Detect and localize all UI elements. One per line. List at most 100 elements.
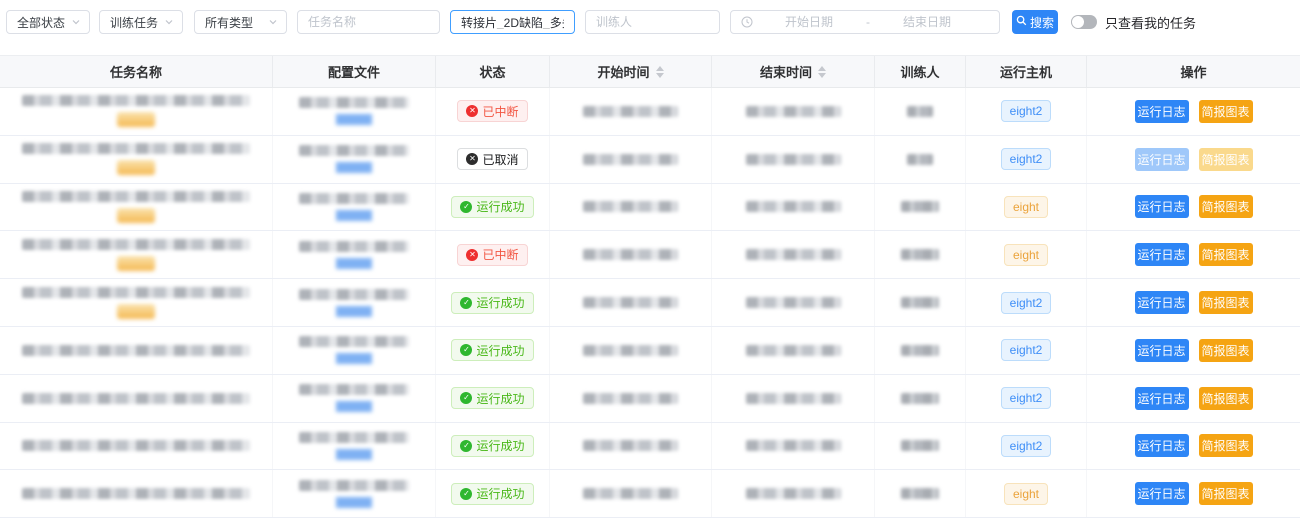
- trainer-redacted-text: [901, 345, 939, 356]
- end-time-cell: [712, 375, 875, 422]
- run-log-button[interactable]: 运行日志: [1135, 339, 1189, 362]
- run-log-button[interactable]: 运行日志: [1135, 434, 1189, 457]
- report-chart-button[interactable]: 简报图表: [1199, 482, 1253, 505]
- table-body: 已中断 eight2 运行日志 简报图表: [0, 88, 1300, 518]
- end-time-cell: [712, 279, 875, 326]
- date-range-picker[interactable]: -: [730, 10, 1000, 34]
- start-time-cell: [550, 423, 712, 470]
- status-badge: 运行成功: [451, 387, 533, 409]
- host-cell: eight: [966, 184, 1087, 231]
- report-chart-button[interactable]: 简报图表: [1199, 195, 1253, 218]
- config-file-cell: [273, 470, 436, 517]
- category-select[interactable]: 所有类型: [194, 10, 287, 34]
- search-keyword-input[interactable]: [461, 15, 564, 29]
- run-log-button[interactable]: 运行日志: [1135, 243, 1189, 266]
- search-button-label: 搜索: [1030, 14, 1054, 31]
- run-log-button[interactable]: 运行日志: [1135, 482, 1189, 505]
- run-log-button[interactable]: 运行日志: [1135, 195, 1189, 218]
- status-label: 已取消: [482, 151, 518, 168]
- sort-icon[interactable]: [818, 66, 826, 78]
- config-file-redacted-link[interactable]: [336, 210, 372, 221]
- task-name-cell: [0, 136, 273, 183]
- status-cell: 运行成功: [436, 423, 550, 470]
- report-chart-button[interactable]: 简报图表: [1199, 291, 1253, 314]
- end-time-redacted-text: [746, 345, 841, 356]
- start-time-cell: [550, 375, 712, 422]
- status-cell: 运行成功: [436, 184, 550, 231]
- status-badge: 运行成功: [451, 196, 533, 218]
- report-chart-button[interactable]: 简报图表: [1199, 100, 1253, 123]
- task-name-cell: [0, 470, 273, 517]
- config-file-redacted-link[interactable]: [336, 449, 372, 460]
- trainer-cell: [875, 184, 966, 231]
- config-file-redacted-link[interactable]: [336, 401, 372, 412]
- task-name-input-wrap: [297, 10, 440, 34]
- column-header-1: 任务名称: [0, 56, 273, 87]
- column-header-label: 训练人: [900, 62, 939, 81]
- start-time-redacted-text: [583, 297, 678, 308]
- status-select[interactable]: 全部状态: [6, 10, 90, 34]
- end-time-redacted-text: [746, 249, 841, 260]
- config-file-redacted-text: [299, 145, 409, 156]
- table-row: 运行成功 eight2 运行日志 简报图表: [0, 279, 1300, 327]
- config-file-redacted-link[interactable]: [336, 258, 372, 269]
- column-header-2: 配置文件: [273, 56, 436, 87]
- host-badge: eight: [1004, 244, 1048, 266]
- trainer-input[interactable]: [596, 15, 709, 29]
- trainer-redacted-text: [901, 249, 939, 260]
- config-file-redacted-link[interactable]: [336, 306, 372, 317]
- trainer-input-wrap: [585, 10, 720, 34]
- host-cell: eight: [966, 470, 1087, 517]
- config-file-cell: [273, 423, 436, 470]
- task-name-redacted-text: [22, 287, 250, 298]
- column-header-label: 任务名称: [110, 62, 162, 81]
- trainer-cell: [875, 136, 966, 183]
- column-header-5[interactable]: 结束时间: [712, 56, 875, 87]
- end-time-redacted-text: [746, 393, 841, 404]
- status-badge: 已中断: [457, 244, 527, 266]
- run-log-button[interactable]: 运行日志: [1135, 148, 1189, 171]
- start-time-redacted-text: [583, 249, 678, 260]
- config-file-redacted-link[interactable]: [336, 353, 372, 364]
- run-log-button[interactable]: 运行日志: [1135, 387, 1189, 410]
- config-file-redacted-link[interactable]: [336, 497, 372, 508]
- status-icon: [466, 249, 478, 261]
- config-file-redacted-text: [299, 97, 409, 108]
- status-cell: 运行成功: [436, 327, 550, 374]
- start-time-redacted-text: [583, 345, 678, 356]
- end-time-redacted-text: [746, 201, 841, 212]
- config-file-cell: [273, 231, 436, 278]
- config-file-redacted-link[interactable]: [336, 162, 372, 173]
- task-name-cell: [0, 231, 273, 278]
- run-log-button[interactable]: 运行日志: [1135, 291, 1189, 314]
- sort-icon[interactable]: [656, 66, 664, 78]
- report-chart-button[interactable]: 简报图表: [1199, 148, 1253, 171]
- column-header-4[interactable]: 开始时间: [550, 56, 712, 87]
- actions-cell: 运行日志 简报图表: [1087, 279, 1300, 326]
- table-row: 运行成功 eight2 运行日志 简报图表: [0, 327, 1300, 375]
- search-button[interactable]: 搜索: [1012, 10, 1058, 34]
- config-file-redacted-text: [299, 384, 409, 395]
- start-time-cell: [550, 327, 712, 374]
- my-tasks-toggle[interactable]: [1071, 15, 1097, 29]
- search-icon: [1016, 15, 1027, 29]
- run-log-button[interactable]: 运行日志: [1135, 100, 1189, 123]
- report-chart-button[interactable]: 简报图表: [1199, 434, 1253, 457]
- actions-cell: 运行日志 简报图表: [1087, 375, 1300, 422]
- status-cell: 运行成功: [436, 375, 550, 422]
- start-time-redacted-text: [583, 106, 678, 117]
- end-time-cell: [712, 184, 875, 231]
- start-date-input[interactable]: [757, 15, 861, 29]
- report-chart-button[interactable]: 简报图表: [1199, 243, 1253, 266]
- report-chart-button[interactable]: 简报图表: [1199, 387, 1253, 410]
- task-name-input[interactable]: [308, 15, 429, 29]
- config-file-redacted-link[interactable]: [336, 114, 372, 125]
- trainer-cell: [875, 470, 966, 517]
- status-badge: 运行成功: [451, 435, 533, 457]
- report-chart-button[interactable]: 简报图表: [1199, 339, 1253, 362]
- status-label: 已中断: [482, 103, 518, 120]
- task-type-select[interactable]: 训练任务: [99, 10, 183, 34]
- task-name-cell: [0, 423, 273, 470]
- start-time-cell: [550, 470, 712, 517]
- end-date-input[interactable]: [875, 15, 979, 29]
